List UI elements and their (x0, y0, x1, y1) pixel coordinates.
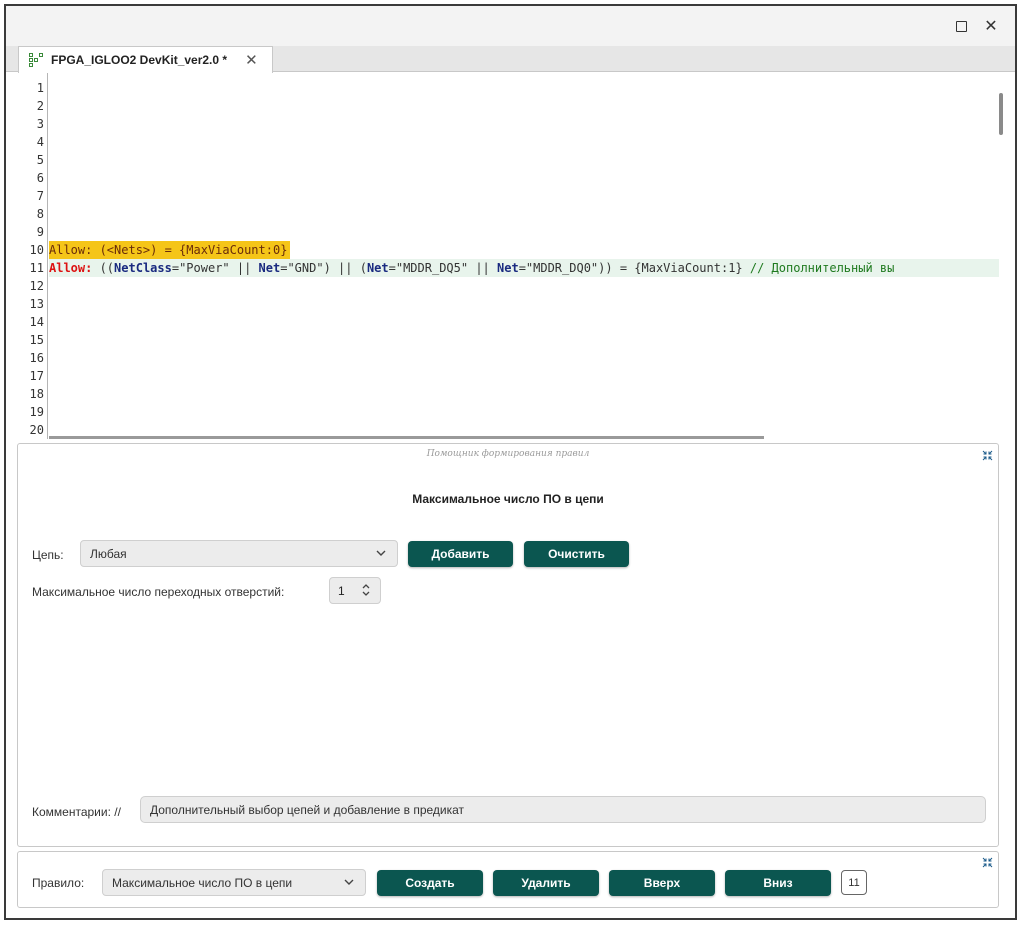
tab-bar: FPGA_IGLOO2 DevKit_ver2.0 * ✕ (6, 46, 1015, 73)
maximize-icon (955, 20, 967, 32)
keyword-net: Net (258, 261, 281, 275)
rule-helper-panel: Помощник формирования правил Максимально… (17, 443, 999, 847)
line-number: 9 (36, 225, 44, 239)
panel-title: Максимальное число ПО в цепи (412, 492, 604, 506)
line-number: 11 (29, 261, 44, 275)
code-line-10-text: Allow: (<Nets>) = {MaxViaCount:0} (49, 243, 288, 257)
net-label: Цепь: (32, 548, 64, 562)
via-count-stepper[interactable]: 1 (329, 577, 381, 604)
comment-label: Комментарии: // (32, 805, 121, 819)
close-window-button[interactable]: ✕ (980, 15, 1002, 37)
collapse-icon[interactable] (980, 855, 994, 869)
panel-caption: Помощник формирования правил (426, 449, 590, 459)
code-fragment: ="MDDR_DQ0")) = {MaxViaCount:1} (518, 261, 750, 275)
move-up-button[interactable]: Вверх (609, 870, 715, 896)
chevron-down-icon (375, 547, 387, 559)
line-number: 16 (29, 351, 44, 365)
code-fragment: ="GND") || ( (280, 261, 367, 275)
line-number: 1 (36, 81, 44, 95)
vertical-scrollbar[interactable] (999, 93, 1003, 135)
maximize-button[interactable] (950, 15, 972, 37)
grid-icon (29, 53, 43, 67)
keyword-net: Net (497, 261, 519, 275)
create-button[interactable]: Создать (377, 870, 483, 896)
rule-toolbar: Правило: Максимальное число ПО в цепи Со… (17, 851, 999, 908)
keyword-allow: Allow: (49, 261, 93, 275)
line-number: 20 (29, 423, 44, 437)
code-fragment: ="MDDR_DQ5" || (388, 261, 497, 275)
net-select-value: Любая (90, 546, 127, 561)
comment-field[interactable]: Дополнительный выбор цепей и добавление … (140, 796, 986, 823)
line-number: 14 (29, 315, 44, 329)
delete-button[interactable]: Удалить (493, 870, 599, 896)
comment-field-value: Дополнительный выбор цепей и добавление … (150, 802, 465, 817)
rule-count-badge: 11 (841, 870, 867, 895)
code-fragment: ="Power" || (171, 261, 259, 275)
code-line-10[interactable]: Allow: (<Nets>) = {MaxViaCount:0} (49, 241, 291, 259)
line-number: 19 (29, 405, 44, 419)
code-fragment: (( (92, 261, 115, 275)
horizontal-scrollbar[interactable] (49, 436, 764, 439)
line-number: 17 (29, 369, 44, 383)
tab-close-icon[interactable]: ✕ (245, 51, 258, 69)
collapse-icon[interactable] (980, 448, 994, 462)
add-button[interactable]: Добавить (408, 541, 513, 567)
net-select[interactable]: Любая (80, 540, 398, 567)
title-bar: ✕ (6, 6, 1015, 46)
line-number: 2 (36, 99, 44, 113)
code-line-11[interactable]: Allow: ((NetClass="Power" || Net="GND") … (49, 259, 999, 277)
move-down-button[interactable]: Вниз (725, 870, 831, 896)
rule-select[interactable]: Максимальное число ПО в цепи (102, 869, 366, 896)
line-number: 15 (29, 333, 44, 347)
code-comment: // Дополнительный вы (749, 261, 895, 275)
line-number: 12 (29, 279, 44, 293)
keyword-netclass: NetClass (114, 261, 172, 275)
via-count-value: 1 (338, 583, 345, 598)
stepper-arrows-icon[interactable] (361, 581, 371, 601)
via-count-label: Максимальное число переходных отверстий: (32, 585, 285, 599)
line-number: 4 (36, 135, 44, 149)
line-number: 10 (29, 243, 44, 257)
tab-document[interactable]: FPGA_IGLOO2 DevKit_ver2.0 * ✕ (18, 46, 273, 73)
line-number: 18 (29, 387, 44, 401)
code-editor[interactable]: 1 2 3 4 5 6 7 8 9 10 11 12 13 14 15 16 17 18 19 20 Allow: (… (6, 73, 1015, 439)
line-number: 8 (36, 207, 44, 221)
rule-label: Правило: (32, 876, 85, 890)
line-number: 13 (29, 297, 44, 311)
tab-label: FPGA_IGLOO2 DevKit_ver2.0 * (51, 53, 228, 67)
keyword-net: Net (366, 261, 389, 275)
app-window: ✕ FPGA_IGLOO2 DevKit_ver2.0 * ✕ 12345678… (4, 4, 1017, 920)
rule-select-value: Максимальное число ПО в цепи (112, 875, 293, 890)
line-number: 6 (36, 171, 44, 185)
clear-button[interactable]: Очистить (524, 541, 629, 567)
line-number: 5 (36, 153, 44, 167)
line-number: 7 (36, 189, 44, 203)
line-number: 3 (36, 117, 44, 131)
chevron-down-icon (343, 876, 355, 888)
